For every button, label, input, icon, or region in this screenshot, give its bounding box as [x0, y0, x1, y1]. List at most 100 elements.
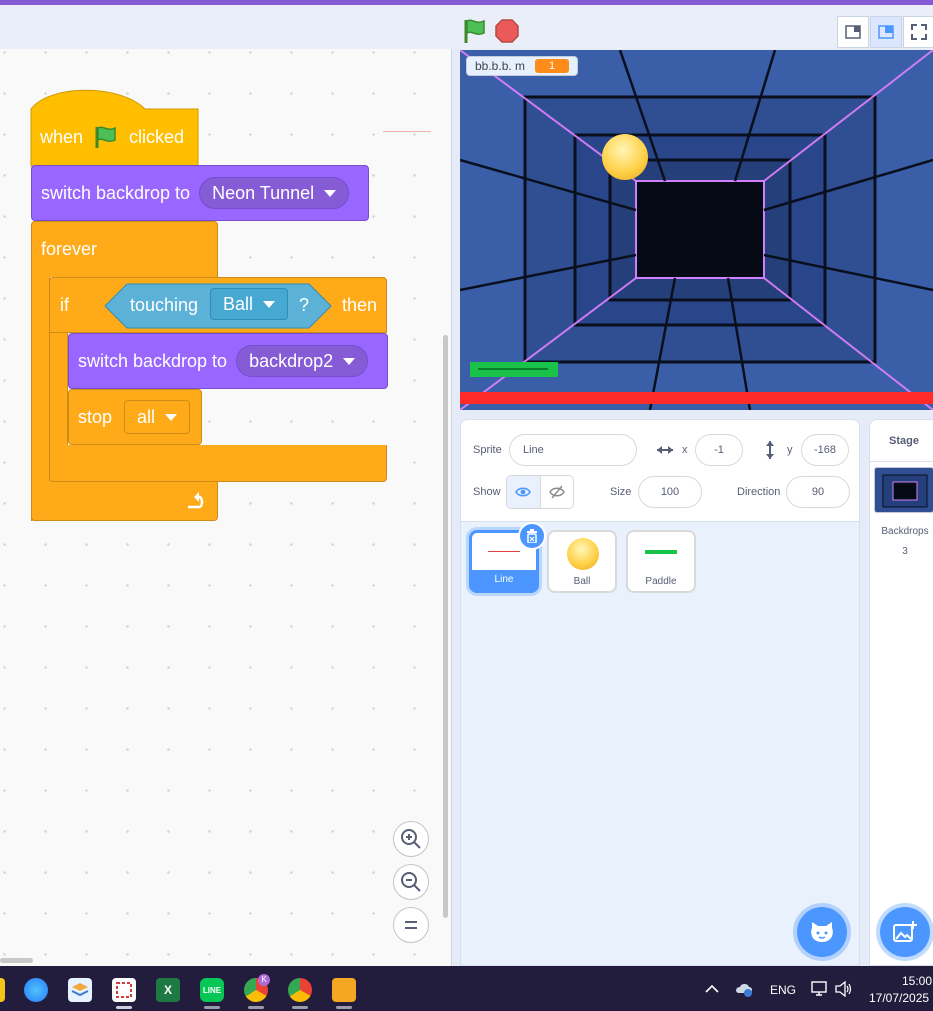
- forever-label: forever: [41, 239, 98, 259]
- switch-backdrop-label: switch backdrop to: [41, 182, 191, 203]
- backdrop-dropdown-2[interactable]: backdrop2: [236, 345, 369, 377]
- touching-label: touching: [130, 294, 199, 315]
- stage-pane-title: Stage: [870, 420, 933, 462]
- hide-button[interactable]: [541, 476, 574, 508]
- ball-sprite[interactable]: [602, 134, 648, 180]
- active-app-indicator: [116, 1006, 132, 1009]
- backdrops-label: Backdrops: [881, 526, 929, 537]
- volume-icon[interactable]: [835, 981, 853, 997]
- switch-backdrop-block-2[interactable]: switch backdrop to backdrop2: [68, 333, 388, 389]
- fullscreen-icon[interactable]: [903, 16, 933, 48]
- forever-block[interactable]: forever: [31, 221, 218, 277]
- stage-thumbnail[interactable]: [874, 467, 933, 513]
- zoom-in-button[interactable]: [393, 821, 429, 857]
- backdrop-value: Neon Tunnel: [212, 182, 315, 203]
- network-icon[interactable]: [810, 981, 828, 997]
- code-horizontal-scrollbar[interactable]: [0, 958, 33, 963]
- size-label: Size: [610, 486, 632, 498]
- choose-sprite-button[interactable]: [797, 907, 847, 957]
- touching-object-dropdown[interactable]: Ball: [210, 288, 289, 320]
- choose-backdrop-button[interactable]: [880, 907, 930, 957]
- variable-monitor[interactable]: bb.b.b. m 1: [466, 56, 579, 76]
- y-input[interactable]: -168: [801, 434, 849, 466]
- variable-name: bb.b.b. m: [475, 59, 526, 73]
- sprite-tile-ball[interactable]: Ball: [547, 530, 617, 593]
- dropdown-caret-icon: [263, 300, 276, 308]
- when-flag-clicked-label: when clicked: [40, 123, 184, 151]
- dropdown-caret-icon: [324, 189, 337, 197]
- excel-icon[interactable]: X: [156, 978, 180, 1002]
- chrome-profile-badge: K: [258, 974, 270, 986]
- stage-pane[interactable]: Stage Backdrops 3: [869, 419, 933, 966]
- equals-icon: [405, 921, 417, 929]
- sprite-label: Sprite: [473, 444, 502, 456]
- question-mark: ?: [299, 294, 310, 315]
- sprite-info: Sprite Line x -1 y -168 Show Size 100 Di…: [461, 420, 859, 522]
- show-button[interactable]: [507, 476, 541, 508]
- clicked-text: clicked: [129, 126, 185, 147]
- app-indicator: [248, 1006, 264, 1009]
- language-indicator[interactable]: ENG: [770, 983, 796, 997]
- paint-palette-icon[interactable]: [24, 978, 48, 1002]
- file-explorer-icon[interactable]: [0, 978, 5, 1002]
- switch-backdrop-block[interactable]: switch backdrop to Neon Tunnel: [31, 165, 369, 221]
- y-label: y: [787, 444, 793, 456]
- show-label: Show: [473, 486, 501, 498]
- backdrop-dropdown[interactable]: Neon Tunnel: [199, 177, 350, 209]
- sprite-pane: Sprite Line x -1 y -168 Show Size 100 Di…: [460, 419, 860, 966]
- size-input[interactable]: 100: [638, 476, 702, 508]
- visibility-toggle: [506, 475, 574, 509]
- loop-arrow-icon: [188, 491, 204, 508]
- stop-option-value: all: [137, 406, 156, 427]
- windows-taskbar: X LINE K ENG 15:00 17/07/2025: [0, 966, 933, 1011]
- app-indicator: [336, 1006, 352, 1009]
- switch-backdrop-label-2: switch backdrop to: [78, 350, 228, 371]
- if-arm: [49, 333, 68, 445]
- zoom-reset-button[interactable]: [393, 907, 429, 943]
- forever-footer: [31, 481, 218, 521]
- chrome-icon-2[interactable]: [288, 978, 312, 1002]
- code-workspace[interactable]: when clicked switch backdrop to Neon Tun…: [0, 49, 452, 966]
- stop-sign-icon[interactable]: [495, 19, 519, 43]
- clock-time[interactable]: 15:00: [902, 974, 932, 988]
- variable-value: 1: [535, 59, 570, 73]
- layers-app-icon[interactable]: [68, 978, 92, 1002]
- if-then-block[interactable]: if touching Ball ? then: [49, 277, 387, 333]
- sprite-tile-name: Line: [472, 570, 536, 590]
- clock-date[interactable]: 17/07/2025: [869, 991, 929, 1005]
- then-label: then: [342, 294, 378, 315]
- snipping-tool-icon[interactable]: [112, 978, 136, 1002]
- line-thumbnail: [488, 551, 520, 552]
- backdrops-count: 3: [902, 546, 908, 557]
- line-app-icon[interactable]: LINE: [200, 978, 224, 1002]
- stage-canvas[interactable]: [460, 50, 933, 410]
- chevron-up-icon[interactable]: [705, 984, 719, 994]
- sprite-tile-name: Paddle: [645, 576, 677, 587]
- when-text: when: [40, 126, 84, 147]
- green-flag-icon[interactable]: [462, 17, 488, 45]
- stop-option-dropdown[interactable]: all: [124, 400, 191, 434]
- normal-stage-icon[interactable]: [870, 16, 902, 48]
- eye-hidden-icon: [548, 485, 565, 499]
- stop-block[interactable]: stop all: [68, 389, 202, 445]
- sprite-tile-paddle[interactable]: Paddle: [626, 530, 696, 593]
- zoom-out-button[interactable]: [393, 864, 429, 900]
- vertical-arrows-icon: [766, 441, 774, 459]
- delete-sprite-button[interactable]: [518, 522, 546, 550]
- code-vertical-scrollbar[interactable]: [443, 335, 448, 918]
- stage-header-bar: [0, 5, 933, 49]
- app-indicator: [204, 1006, 220, 1009]
- notes-app-icon[interactable]: [332, 978, 356, 1002]
- sprite-tile-name: Ball: [573, 576, 591, 587]
- small-stage-icon[interactable]: [837, 16, 869, 48]
- sprite-name-input[interactable]: Line: [509, 434, 637, 466]
- trash-icon: [527, 529, 537, 543]
- direction-input[interactable]: 90: [786, 476, 850, 508]
- cloud-sync-icon[interactable]: [735, 981, 753, 997]
- if-footer: [49, 445, 387, 482]
- horizontal-arrows-icon: [657, 446, 673, 454]
- direction-label: Direction: [737, 486, 781, 498]
- x-input[interactable]: -1: [695, 434, 743, 466]
- backdrop-value-2: backdrop2: [249, 350, 334, 371]
- neon-tunnel-backdrop: [460, 50, 933, 410]
